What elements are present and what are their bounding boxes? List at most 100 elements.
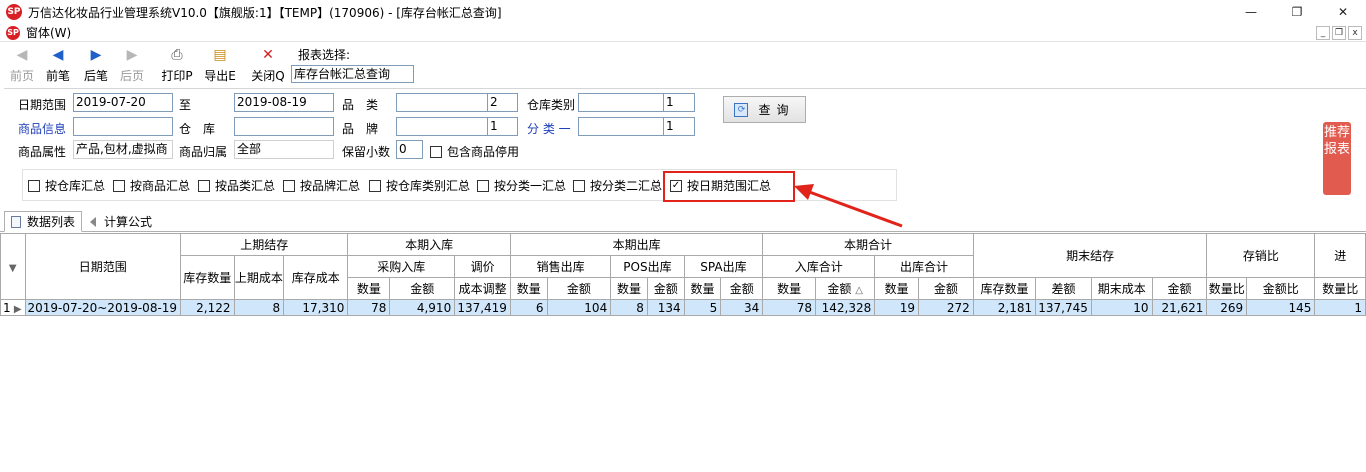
cell-sale-qty[interactable]: 6	[509, 299, 548, 316]
prev-record-button[interactable]: ◀ 前笔	[38, 46, 78, 84]
col-pos-qty[interactable]: 数量	[610, 277, 648, 300]
col-cost-adjust[interactable]: 成本调整	[454, 277, 511, 300]
warehouse-field[interactable]	[234, 117, 334, 136]
col-prev-qty[interactable]: 库存数量	[180, 255, 235, 300]
warehouse-type-field[interactable]	[578, 93, 664, 112]
col-ratio-amt[interactable]: 金额比	[1246, 277, 1316, 300]
data-grid[interactable]: ▼ 日期范围 上期结存 本期入库 本期出库 本期合计 期末结存 存销比 进 库存…	[0, 233, 1366, 472]
cell-prev-unit-cost[interactable]: 8	[233, 299, 285, 316]
col-sale-qty[interactable]: 数量	[509, 277, 548, 300]
cell-end-diff[interactable]: 137,745	[1035, 299, 1092, 316]
product-info-label[interactable]: 商品信息	[18, 120, 66, 137]
cell-spa-amt[interactable]: 34	[720, 299, 764, 316]
next-record-button[interactable]: ▶ 后笔	[76, 46, 116, 84]
class1-label[interactable]: 分 类 一	[527, 120, 571, 137]
cell-next-qty[interactable]: 1	[1314, 299, 1366, 316]
col-date-range[interactable]: 日期范围	[24, 233, 182, 300]
group-option-checkbox[interactable]: 按仓库类别汇总	[369, 177, 470, 194]
cell-date-range[interactable]: 2019-07-20~2019-08-19	[24, 299, 182, 316]
col-spa-amt[interactable]: 金额	[720, 277, 764, 300]
menu-window[interactable]: 窗体(W)	[26, 24, 71, 41]
group-option-checkbox[interactable]: 按品牌汇总	[283, 177, 360, 194]
product-info-field[interactable]	[73, 117, 173, 136]
group-option-checkbox[interactable]: 按分类二汇总	[573, 177, 662, 194]
cell-cost-adjust[interactable]: 137,419	[454, 299, 511, 316]
cell-pos-amt[interactable]: 134	[646, 299, 685, 316]
col-prev-cost[interactable]: 库存成本	[283, 255, 349, 300]
cell-outtot-amt[interactable]: 272	[918, 299, 974, 316]
category-level-field[interactable]: 2	[487, 93, 518, 112]
cell-ratio-qty[interactable]: 269	[1206, 299, 1248, 316]
brand-field[interactable]	[396, 117, 488, 136]
brand-level-field[interactable]: 1	[487, 117, 518, 136]
cell-ratio-amt[interactable]: 145	[1246, 299, 1316, 316]
recommended-reports-tab[interactable]: 推荐报表	[1323, 122, 1351, 195]
col-end-amt[interactable]: 金额	[1151, 277, 1208, 300]
decimals-field[interactable]: 0	[396, 140, 423, 159]
warehouse-label: 仓 库	[179, 122, 216, 136]
maximize-button[interactable]: ❐	[1274, 0, 1320, 24]
col-sale-amt[interactable]: 金额	[546, 277, 612, 300]
prev-page-button[interactable]: ◀ 前页	[2, 46, 42, 84]
cell-pin-amt[interactable]: 4,910	[389, 299, 456, 316]
mdi-minimize-button[interactable]: _	[1316, 26, 1330, 40]
group-option-checkbox[interactable]: 按品类汇总	[198, 177, 275, 194]
cell-end-stock-qty[interactable]: 2,181	[972, 299, 1037, 316]
class1-field[interactable]	[578, 117, 664, 136]
col-group-spa-out: SPA出库	[683, 255, 764, 278]
close-window-button[interactable]: ✕	[1320, 0, 1366, 24]
cell-spa-qty[interactable]: 5	[683, 299, 722, 316]
sort-asc-icon: △	[855, 285, 863, 296]
date-to-field[interactable]: 2019-08-19	[234, 93, 334, 112]
class1-level-field[interactable]: 1	[663, 117, 695, 136]
cell-outtot-qty[interactable]: 19	[874, 299, 920, 316]
next-page-button[interactable]: ▶ 后页	[112, 46, 152, 84]
col-intot-qty[interactable]: 数量	[762, 277, 816, 300]
group-option-checkbox[interactable]: 按分类一汇总	[477, 177, 566, 194]
cell-prev-cost[interactable]: 17,310	[283, 299, 349, 316]
tab-data-list[interactable]: 数据列表	[4, 211, 83, 232]
col-pin-qty[interactable]: 数量	[347, 277, 391, 300]
warehouse-type-level-field[interactable]: 1	[663, 93, 695, 112]
col-end-stock-qty[interactable]: 库存数量	[972, 277, 1037, 300]
report-select[interactable]: 库存台帐汇总查询	[291, 65, 414, 83]
cell-pos-qty[interactable]: 8	[610, 299, 648, 316]
grid-dropdown-header[interactable]: ▼	[0, 233, 26, 300]
category-field[interactable]	[396, 93, 488, 112]
col-outtot-amt[interactable]: 金额	[918, 277, 974, 300]
cell-end-amt[interactable]: 21,621	[1151, 299, 1208, 316]
mdi-restore-button[interactable]: ❐	[1332, 26, 1346, 40]
include-disabled-checkbox[interactable]: 包含商品停用	[430, 143, 519, 160]
print-button[interactable]: ⎙ 打印P	[157, 46, 197, 84]
table-row[interactable]: 1 ▶ 2019-07-20~2019-08-19 2,122 8 17,310 78 4,…	[0, 299, 1366, 316]
cell-pin-qty[interactable]: 78	[347, 299, 391, 316]
col-pos-amt[interactable]: 金额	[646, 277, 685, 300]
product-attr-label: 商品属性	[18, 145, 67, 159]
col-end-diff[interactable]: 差额	[1035, 277, 1092, 300]
product-owner-field[interactable]: 全部	[234, 140, 334, 159]
col-ratio-qty[interactable]: 数量比	[1206, 277, 1248, 300]
col-prev-unit-cost[interactable]: 上期成本	[233, 255, 285, 300]
cell-end-unit-cost[interactable]: 10	[1090, 299, 1153, 316]
row-indicator[interactable]: 1 ▶	[0, 299, 26, 316]
col-end-unit-cost[interactable]: 期末成本	[1090, 277, 1153, 300]
export-button[interactable]: ▤ 导出E	[200, 46, 240, 84]
cell-intot-qty[interactable]: 78	[762, 299, 816, 316]
cell-prev-qty[interactable]: 2,122	[180, 299, 235, 316]
tab-formula[interactable]: 计算公式	[84, 211, 158, 232]
product-attr-field[interactable]: 产品,包材,虚拟商	[73, 140, 173, 159]
cell-sale-amt[interactable]: 104	[546, 299, 612, 316]
query-button[interactable]: ⟳ 查询	[723, 96, 806, 123]
col-spa-qty[interactable]: 数量	[683, 277, 722, 300]
cell-intot-amt[interactable]: 142,328	[814, 299, 876, 316]
group-option-checkbox[interactable]: 按仓库汇总	[28, 177, 105, 194]
date-from-field[interactable]: 2019-07-20	[73, 93, 173, 112]
col-intot-amt[interactable]: 金额 △	[814, 277, 876, 300]
col-outtot-qty[interactable]: 数量	[874, 277, 920, 300]
col-next-qty[interactable]: 数量比	[1314, 277, 1366, 300]
close-report-button[interactable]: ✕ 关闭Q	[248, 46, 288, 84]
col-pin-amt[interactable]: 金额	[389, 277, 456, 300]
minimize-button[interactable]: —	[1228, 0, 1274, 24]
mdi-close-button[interactable]: x	[1348, 26, 1362, 40]
group-option-checkbox[interactable]: 按商品汇总	[113, 177, 190, 194]
